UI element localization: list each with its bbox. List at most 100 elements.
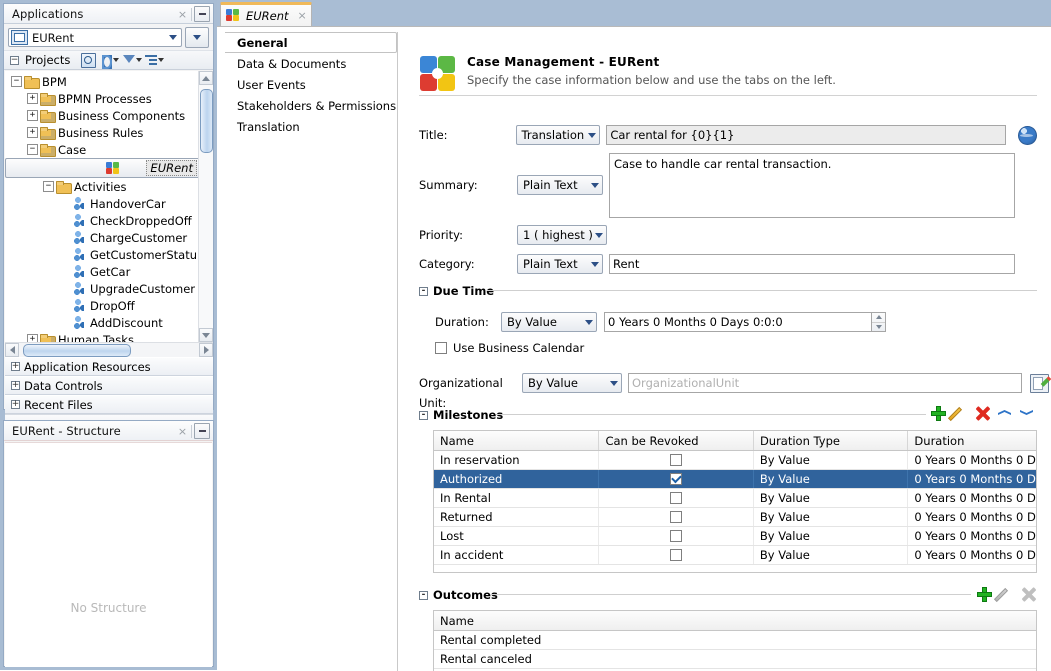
minimize-icon[interactable] (194, 423, 210, 439)
expand-icon[interactable]: + (27, 93, 38, 104)
tree-node-business-components[interactable]: + Business Components (5, 107, 201, 124)
nav-item-translation[interactable]: Translation (225, 116, 397, 137)
move-down-icon[interactable] (1018, 405, 1035, 422)
tree-node-case[interactable]: − Case (5, 141, 201, 158)
application-menu-button[interactable] (185, 27, 209, 48)
use-business-calendar-checkbox[interactable] (435, 342, 447, 354)
business-calendar-row[interactable]: Use Business Calendar (435, 341, 584, 355)
accordion-data-controls[interactable]: + Data Controls (5, 376, 213, 395)
refresh-icon[interactable] (102, 52, 120, 69)
table-row[interactable]: In Rental By Value 0 Years 0 Months 0 Days… (434, 489, 1036, 508)
accordion-recent-files[interactable]: + Recent Files (5, 395, 213, 414)
can-be-revoked-checkbox[interactable] (670, 473, 683, 485)
tree-node-checkdroppedoff[interactable]: CheckDroppedOff (5, 212, 201, 229)
scrollbar-thumb[interactable] (200, 89, 213, 153)
scroll-left-arrow[interactable] (5, 343, 19, 357)
tree-node-upgradecustomer[interactable]: UpgradeCustomer (5, 280, 201, 297)
table-row[interactable]: Lost By Value 0 Years 0 Months 0 Days 0... (434, 527, 1036, 546)
table-row[interactable]: Returned By Value 0 Years 0 Months 0 Days … (434, 508, 1036, 527)
category-type-select[interactable]: Plain Text (517, 254, 603, 274)
chevron-down-icon[interactable] (166, 29, 179, 46)
expand-icon[interactable]: + (11, 362, 20, 371)
editor-tab-eurent[interactable]: EURent × (220, 2, 312, 26)
collapse-icon[interactable]: − (43, 181, 54, 192)
table-row[interactable]: In accident By Value 0 Years 0 Months 0 Da… (434, 546, 1036, 565)
table-row[interactable]: Rental canceled (434, 650, 1036, 669)
tree-node-eurent[interactable]: EURent (5, 158, 201, 178)
edit-icon[interactable] (1030, 374, 1049, 393)
projects-collapse-icon[interactable]: − (10, 55, 19, 65)
collapse-icon[interactable]: - (419, 286, 428, 296)
nav-item-data-documents[interactable]: Data & Documents (225, 53, 397, 74)
table-row[interactable]: Authorized By Value 0 Years 0 Months 0 Day… (434, 470, 1036, 489)
outcomes-table[interactable]: NameRental completedRental canceledNo Sh… (433, 610, 1037, 671)
tree-node-business-rules[interactable]: + Business Rules (5, 124, 201, 141)
milestones-table[interactable]: Name Can be Revoked Duration Type Duration I… (433, 430, 1037, 573)
move-up-icon[interactable] (996, 405, 1013, 422)
close-icon[interactable]: × (176, 8, 189, 21)
collapse-icon[interactable]: - (419, 410, 428, 420)
column-header-name[interactable]: Name (434, 431, 600, 450)
can-be-revoked-checkbox[interactable] (670, 511, 683, 523)
column-header-can-be-revoked[interactable]: Can be Revoked (599, 431, 754, 450)
collapse-icon[interactable]: − (11, 76, 22, 87)
expand-icon[interactable]: + (27, 127, 38, 138)
priority-select[interactable]: 1 ( highest ) (517, 225, 607, 245)
stepper-down-icon[interactable] (872, 323, 885, 332)
tree-node-getcar[interactable]: GetCar (5, 263, 201, 280)
hscrollbar-thumb[interactable] (23, 344, 131, 357)
tree-node-chargecustomer[interactable]: ChargeCustomer (5, 229, 201, 246)
globe-icon[interactable] (1018, 126, 1037, 145)
add-icon[interactable] (930, 405, 947, 422)
collapse-icon[interactable]: - (419, 590, 428, 600)
scroll-right-arrow[interactable] (199, 343, 213, 357)
tree-node-bpmn-processes[interactable]: + BPMN Processes (5, 90, 201, 107)
tree-node-adddiscount[interactable]: AddDiscount (5, 314, 201, 331)
delete-icon[interactable] (974, 405, 991, 422)
table-row[interactable]: Rental completed (434, 631, 1036, 650)
tree-horizontal-scrollbar[interactable] (5, 342, 213, 357)
organizational-unit-type-select[interactable]: By Value (522, 373, 622, 393)
minimize-icon[interactable] (194, 6, 210, 22)
tree-node-getcustomerstatu[interactable]: GetCustomerStatu (5, 246, 201, 263)
organizational-unit-input[interactable]: OrganizationalUnit (628, 373, 1022, 393)
application-selector[interactable]: EURent (8, 28, 182, 47)
close-icon[interactable]: × (176, 425, 189, 438)
tree-node-handovercar[interactable]: HandoverCar (5, 195, 201, 212)
nav-item-user-events[interactable]: User Events (225, 74, 397, 95)
project-tree[interactable]: − BPM + BPMN Processes + Business Components +… (5, 71, 201, 342)
edit-pencil-icon[interactable] (952, 405, 969, 422)
add-icon[interactable] (976, 586, 993, 603)
duration-stepper[interactable] (872, 312, 886, 332)
nav-item-general[interactable]: General (225, 32, 397, 53)
accordion-application-resources[interactable]: + Application Resources (5, 357, 213, 376)
can-be-revoked-checkbox[interactable] (670, 549, 683, 561)
summary-type-select[interactable]: Plain Text (517, 175, 603, 195)
expand-icon[interactable]: + (27, 334, 38, 342)
category-input[interactable]: Rent (609, 254, 1015, 274)
group-icon[interactable] (145, 52, 165, 68)
search-icon[interactable] (80, 52, 97, 68)
column-header-name[interactable]: Name (434, 611, 1036, 630)
stepper-up-icon[interactable] (872, 313, 885, 323)
summary-textarea[interactable]: Case to handle car rental transaction. (609, 153, 1015, 218)
can-be-revoked-checkbox[interactable] (670, 530, 683, 542)
expand-icon[interactable]: + (11, 400, 20, 409)
column-header-duration[interactable]: Duration (908, 431, 1036, 450)
expand-icon[interactable]: + (11, 381, 20, 390)
close-icon[interactable]: × (298, 9, 307, 22)
tree-node-bpm[interactable]: − BPM (5, 73, 201, 90)
tree-node-human-tasks[interactable]: + Human Tasks (5, 331, 201, 342)
tree-node-dropoff[interactable]: DropOff (5, 297, 201, 314)
scroll-up-arrow[interactable] (199, 71, 213, 85)
nav-item-stakeholders-permissions[interactable]: Stakeholders & Permissions (225, 95, 397, 116)
title-type-select[interactable]: Translation (515, 125, 601, 145)
can-be-revoked-checkbox[interactable] (670, 492, 683, 504)
expand-icon[interactable]: + (27, 110, 38, 121)
table-row[interactable]: In reservation By Value 0 Years 0 Months 0… (434, 451, 1036, 470)
title-input[interactable]: Car rental for {0}{1} (606, 125, 1007, 145)
tree-vertical-scrollbar[interactable] (198, 71, 213, 342)
tree-node-activities[interactable]: − Activities (5, 178, 201, 195)
duration-input[interactable]: 0 Years 0 Months 0 Days 0:0:0 (604, 312, 872, 332)
filter-icon[interactable] (123, 52, 143, 68)
